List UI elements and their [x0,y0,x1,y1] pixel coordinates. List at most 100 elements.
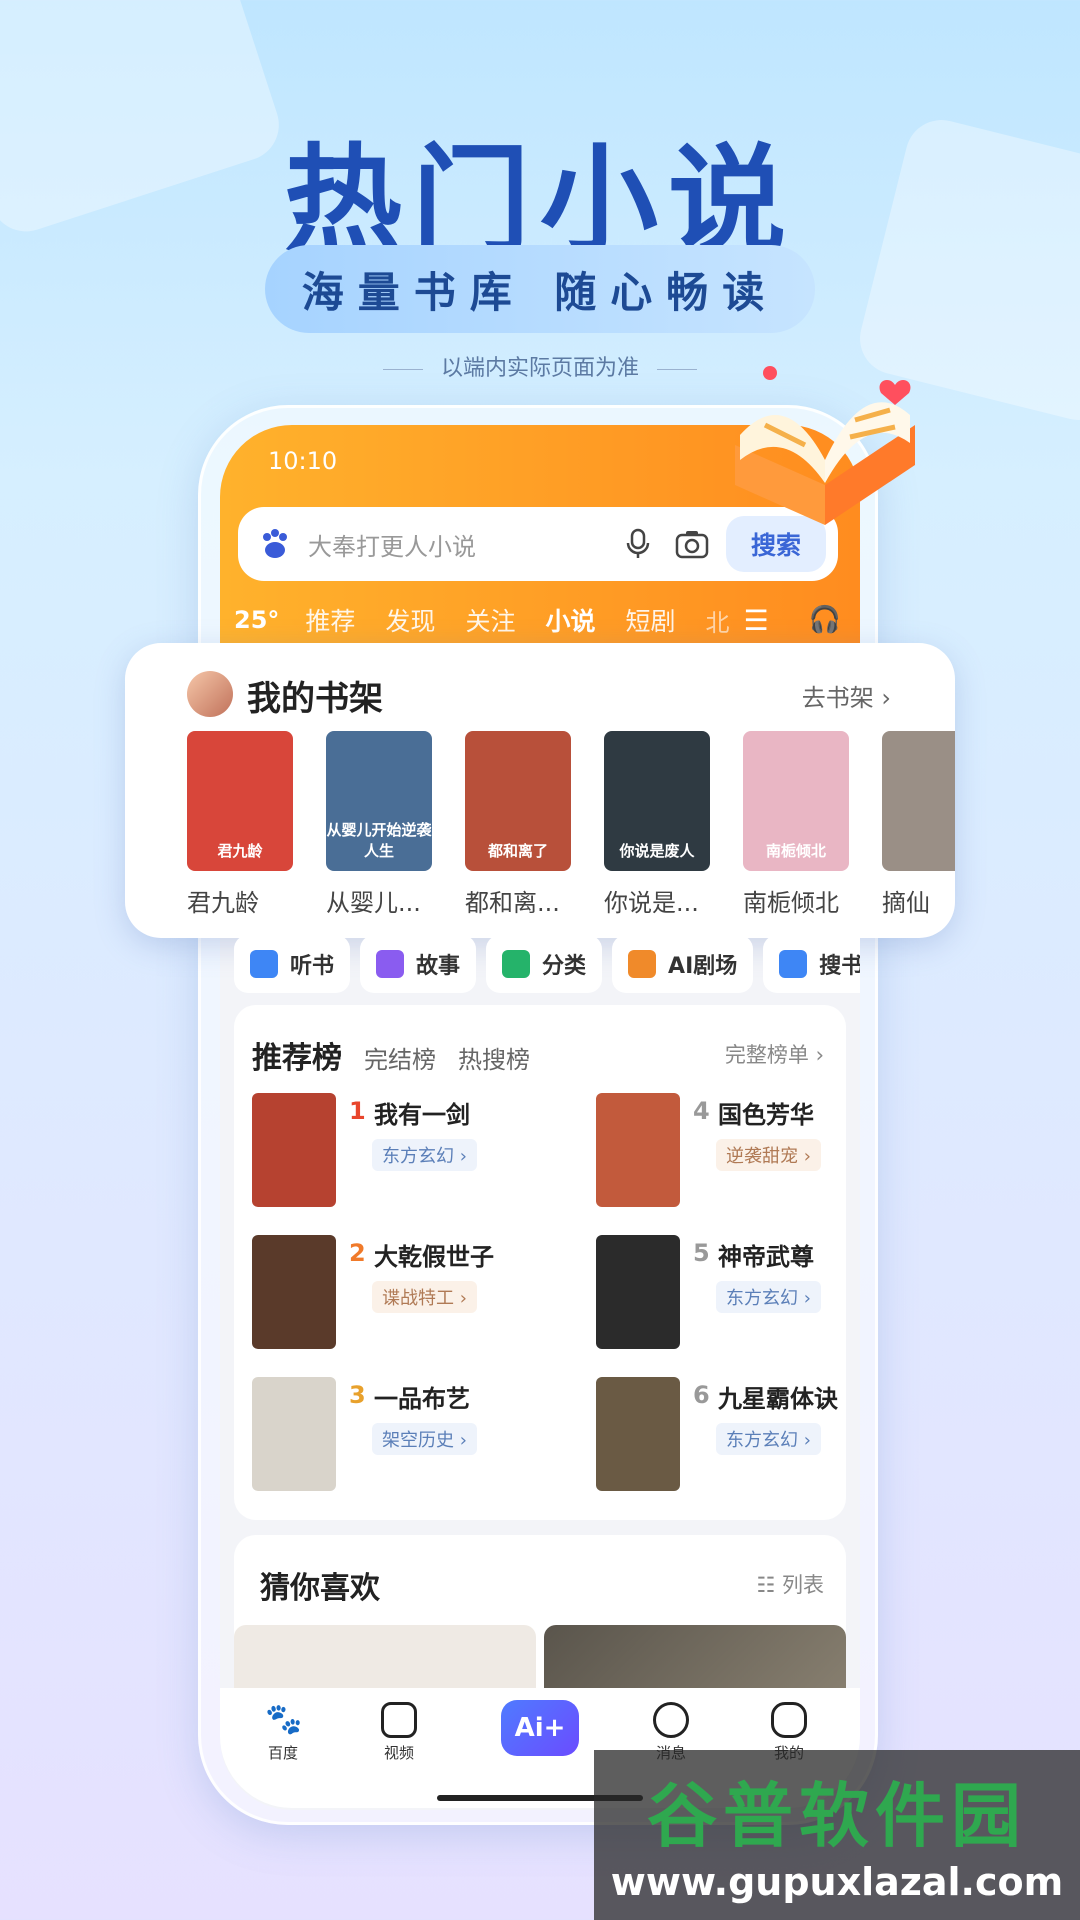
full-ranking-link[interactable]: 完整榜单 › [725,1039,824,1069]
ranking-item[interactable]: 4 国色芳华逆袭甜宠 › [578,1093,868,1209]
ranking-item[interactable]: 5 神帝武尊东方玄幻 › [578,1235,868,1351]
bookshelf-title: 我的书架 [247,679,383,719]
ranking-card: 推荐榜 完结榜 热搜榜 完整榜单 › 1 我有一剑东方玄幻 › 2 大乾假世子 谍战特工… [234,1005,846,1520]
shelf-book[interactable]: 摘仙 [882,731,955,918]
video-play-icon [381,1702,417,1738]
tab-hot-search-rank[interactable]: 热搜榜 [458,1040,530,1075]
book-title: 你说是... [604,889,699,917]
note-dash-left [382,368,423,370]
book-title: 都和离... [465,889,560,917]
book-title: 神帝武尊 [718,1243,814,1271]
genre-tag[interactable]: 架空历史 › [372,1423,477,1455]
note-dash-right [657,368,697,370]
book-cover: 南栀倾北 [743,731,849,871]
menu-icon[interactable]: ☰ [743,604,768,637]
search-input[interactable]: 大奉打更人小说 [308,527,618,562]
shortcut-button[interactable]: 分类 [486,935,603,993]
rank-number: 5 [693,1239,710,1267]
headphones-icon[interactable]: 🎧 [809,605,841,635]
book-title: 国色芳华 [718,1101,814,1129]
status-time: 10:10 [268,447,338,475]
genre-tag[interactable]: 谍战特工 › [372,1281,477,1313]
tab-recommend[interactable]: 推荐 [305,602,355,638]
book-cover [596,1235,680,1349]
book-cover: 从婴儿开始逆袭人生 [326,731,432,871]
tab-discover[interactable]: 发现 [385,602,435,638]
shortcut-button[interactable]: 故事 [360,935,477,993]
ranking-item[interactable]: 3 一品布艺架空历史 › [234,1377,524,1493]
shelf-book[interactable]: 都和离了都和离... [465,731,571,918]
ai-assistant-button[interactable]: Ai+ [501,1700,579,1756]
profile-face-icon [771,1702,807,1738]
baidu-paw-icon: 🐾 [265,1702,303,1737]
rank-number: 3 [349,1381,366,1409]
list-view-label: 列表 [782,1573,824,1597]
book-cover [596,1093,680,1207]
bottom-tab-video[interactable]: 视频 [354,1702,444,1763]
go-to-shelf-link[interactable]: 去书架 › [802,678,891,713]
list-icon: ☷ [756,1573,782,1597]
shortcut-label: AI剧场 [668,954,738,979]
shelf-book[interactable]: 南栀倾北 南栀倾北 [743,731,849,918]
shortcut-label: 搜书 [819,954,860,979]
book-cover [252,1093,336,1207]
camera-icon[interactable] [672,524,712,564]
rank-number: 4 [693,1097,710,1125]
tab-overflow[interactable]: 北 [705,603,729,638]
shelf-book[interactable]: 君九龄 君九龄 [187,731,293,918]
tab-short-drama[interactable]: 短剧 [625,602,675,638]
shortcut-button[interactable]: 听书 [234,935,351,993]
book-title: 君九龄 [187,889,259,917]
weather-temperature[interactable]: 25° [234,606,279,634]
tab-finished-rank[interactable]: 完结榜 [364,1040,436,1075]
top-tab-bar: 25° 推荐 发现 关注 小说 短剧 北 ☰ 🎧 [234,595,846,648]
shortcut-icon [628,950,657,978]
tab-novel[interactable]: 小说 [545,602,595,648]
watermark-url: www.gupuxlazal.com [610,1860,1064,1904]
shortcut-label: 故事 [416,954,461,979]
book-title: 我有一剑 [374,1101,470,1129]
microphone-icon[interactable] [618,524,658,564]
bookshelf-card: 我的书架 去书架 › 君九龄 君九龄 从婴儿开始逆袭人生 从婴儿... 都和离了 都和离.… [125,643,955,938]
bottom-tab-label: 视频 [383,1744,414,1762]
tab-follow[interactable]: 关注 [465,602,515,638]
rank-number: 6 [693,1381,710,1409]
guess-title: 猜你喜欢 [260,1571,380,1606]
shortcut-button[interactable]: AI剧场 [612,935,754,993]
book-title: 南栀倾北 [743,889,839,917]
baidu-paw-icon [256,525,294,563]
shelf-book[interactable]: 你说是废人你说是... [604,731,710,918]
ranking-item[interactable]: 1 我有一剑东方玄幻 › [234,1093,524,1209]
book-cover [596,1377,680,1491]
bottom-tab-home[interactable]: 🐾 百度 [238,1702,328,1763]
ranking-item[interactable]: 2 大乾假世子 谍战特工 › [234,1235,524,1351]
ranking-item[interactable]: 6 九星霸体诀 东方玄幻 › [578,1377,868,1493]
shortcut-icon [376,950,405,978]
shortcut-label: 分类 [542,954,587,979]
genre-tag[interactable]: 东方玄幻 › [716,1423,821,1455]
avatar[interactable] [187,671,233,717]
book-title: 一品布艺 [374,1385,470,1413]
book-cover: 你说是废人 [604,731,710,871]
tab-recommend-rank[interactable]: 推荐榜 [252,1033,342,1077]
watermark: 谷普软件园 www.gupuxlazal.com [594,1750,1080,1920]
genre-tag[interactable]: 东方玄幻 › [372,1139,477,1171]
rank-number: 1 [349,1097,366,1125]
bottom-tab-label: 百度 [267,1744,298,1762]
book-cover [252,1235,336,1349]
book-cover: 都和离了 [465,731,571,871]
watermark-brand: 谷普软件园 [647,1775,1027,1857]
genre-tag[interactable]: 逆袭甜宠 › [716,1139,821,1171]
book-cover-text: 你说是废人 [619,842,695,860]
shortcut-label: 听书 [290,954,335,979]
list-view-toggle[interactable]: ☷ 列表 [756,1569,824,1599]
shortcut-icon [502,950,531,978]
genre-tag[interactable]: 东方玄幻 › [716,1281,821,1313]
book-cover-text: 南栀倾北 [765,842,826,860]
shelf-book[interactable]: 从婴儿开始逆袭人生从婴儿... [326,731,432,918]
shortcut-icon [250,950,278,978]
book-cover-text: 都和离了 [487,842,548,860]
book-title: 从婴儿... [326,889,421,917]
shortcut-button[interactable]: 搜书 [763,935,860,993]
book-cover-text: 君九龄 [217,842,263,860]
